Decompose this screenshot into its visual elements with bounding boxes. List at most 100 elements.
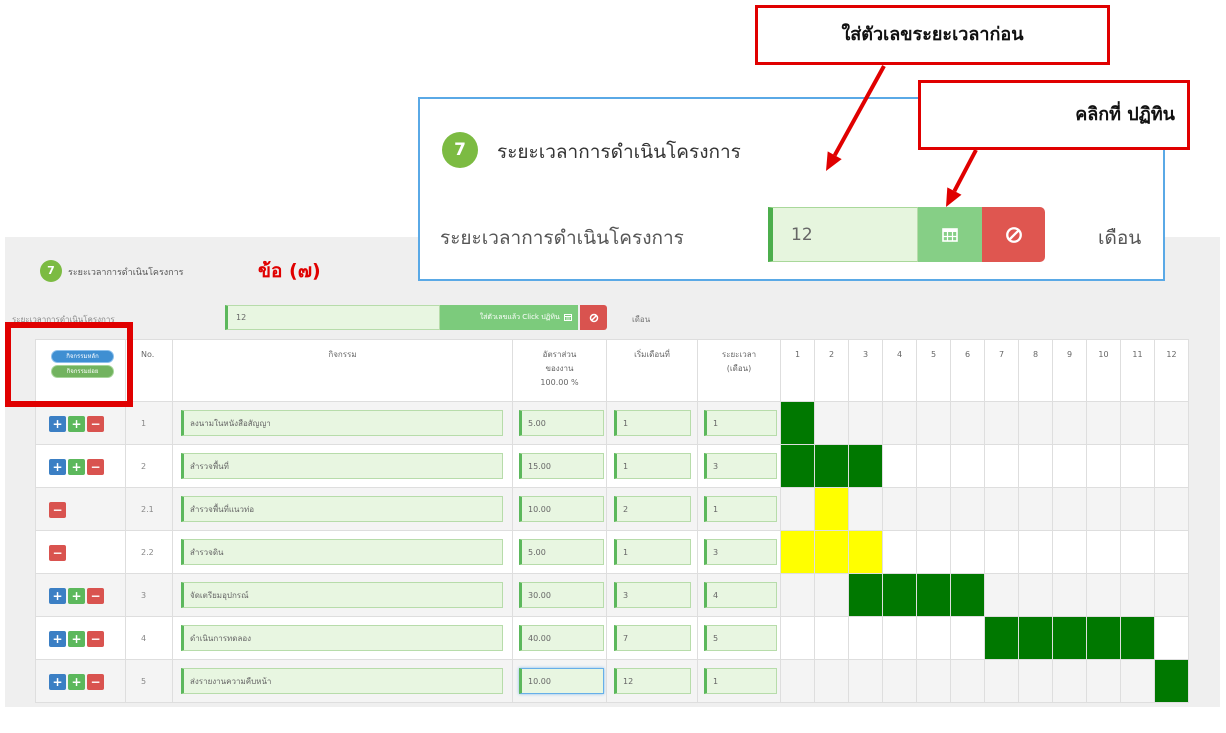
duration-months-input[interactable] xyxy=(704,668,777,694)
weight-percent-input[interactable] xyxy=(519,453,604,479)
activity-name-input[interactable] xyxy=(181,582,503,608)
duration-header: ระยะเวลา (เดือน) xyxy=(697,339,781,402)
start-month-input[interactable] xyxy=(614,496,691,522)
activity-name-input[interactable] xyxy=(181,410,503,436)
add-main-activity-button[interactable]: + xyxy=(49,631,66,647)
activity-cell xyxy=(172,401,513,445)
duration-months-input[interactable] xyxy=(704,625,777,651)
activity-name-input[interactable] xyxy=(181,668,503,694)
zoom-section-title: ระยะเวลาการดำเนินโครงการ xyxy=(497,141,741,163)
duration-months-input[interactable] xyxy=(704,410,777,436)
weight-cell xyxy=(512,616,607,660)
gantt-bar-cell xyxy=(780,401,815,445)
start-month-input[interactable] xyxy=(614,453,691,479)
zoom-duration-input[interactable] xyxy=(768,207,918,262)
month-header-6: 6 xyxy=(950,339,985,402)
step-number-badge: 7 xyxy=(40,260,62,282)
delete-activity-button[interactable]: − xyxy=(87,631,104,647)
gantt-cell xyxy=(916,530,951,574)
gantt-bar-cell xyxy=(814,444,849,488)
gantt-cell xyxy=(1154,444,1189,488)
start-month-input[interactable] xyxy=(614,668,691,694)
delete-activity-button[interactable]: − xyxy=(87,416,104,432)
duration-cell xyxy=(697,487,781,531)
gantt-cell xyxy=(882,530,917,574)
add-main-activity-button[interactable]: + xyxy=(49,588,66,604)
zoom-calendar-button[interactable] xyxy=(918,207,982,262)
gantt-cell xyxy=(1018,401,1053,445)
gantt-cell xyxy=(780,659,815,703)
gantt-cell xyxy=(780,573,815,617)
duration-cell xyxy=(697,573,781,617)
calendar-button[interactable]: ใส่ตัวเลขแล้ว Click ปฏิทิน xyxy=(440,305,578,330)
delete-activity-button[interactable]: − xyxy=(87,674,104,690)
weight-percent-input[interactable] xyxy=(519,410,604,436)
duration-months-input[interactable] xyxy=(704,453,777,479)
gantt-cell xyxy=(848,616,883,660)
weight-percent-input[interactable] xyxy=(519,625,604,651)
duration-input[interactable] xyxy=(225,305,440,330)
gantt-cell xyxy=(984,401,1019,445)
gantt-cell xyxy=(814,659,849,703)
start-month-input[interactable] xyxy=(614,410,691,436)
add-main-activity-button[interactable]: + xyxy=(49,459,66,475)
delete-activity-button[interactable]: − xyxy=(49,545,66,561)
add-sub-activity-button[interactable]: + xyxy=(68,459,85,475)
add-sub-activity-button[interactable]: + xyxy=(68,416,85,432)
gantt-cell xyxy=(1052,444,1087,488)
zoom-step-number-badge: 7 xyxy=(442,132,478,168)
duration-cell xyxy=(697,530,781,574)
zoom-cancel-button[interactable] xyxy=(982,207,1045,262)
month-header-2: 2 xyxy=(814,339,849,402)
weight-percent-input[interactable] xyxy=(519,496,604,522)
month-header-5: 5 xyxy=(916,339,951,402)
delete-activity-button[interactable]: − xyxy=(87,588,104,604)
zoom-duration-field-label: ระยะเวลาการดำเนินโครงการ xyxy=(440,227,684,249)
add-sub-activity-button[interactable]: + xyxy=(68,588,85,604)
start-month-input[interactable] xyxy=(614,539,691,565)
gantt-cell xyxy=(814,573,849,617)
gantt-cell xyxy=(1018,573,1053,617)
activity-name-input[interactable] xyxy=(181,496,503,522)
activity-name-input[interactable] xyxy=(181,539,503,565)
weight-cell xyxy=(512,659,607,703)
ban-icon xyxy=(589,313,598,322)
weight-percent-input[interactable] xyxy=(519,582,604,608)
gantt-cell xyxy=(1154,487,1189,531)
cancel-button[interactable] xyxy=(580,305,607,330)
gantt-bar-cell xyxy=(848,444,883,488)
activity-cell xyxy=(172,444,513,488)
start-cell xyxy=(606,444,698,488)
gantt-cell xyxy=(1018,659,1053,703)
row-number: 2.2 xyxy=(125,530,173,574)
add-sub-activity-button[interactable]: + xyxy=(68,631,85,647)
start-month-input[interactable] xyxy=(614,582,691,608)
duration-header-line: ระยะเวลา xyxy=(721,350,757,359)
delete-activity-button[interactable]: − xyxy=(87,459,104,475)
duration-months-input[interactable] xyxy=(704,582,777,608)
start-month-input[interactable] xyxy=(614,625,691,651)
gantt-cell xyxy=(950,487,985,531)
duration-months-input[interactable] xyxy=(704,496,777,522)
gantt-cell xyxy=(1154,401,1189,445)
add-main-activity-button[interactable]: + xyxy=(49,674,66,690)
activity-name-input[interactable] xyxy=(181,453,503,479)
gantt-cell xyxy=(1154,616,1189,660)
weight-percent-input[interactable] xyxy=(519,539,604,565)
duration-cell xyxy=(697,444,781,488)
gantt-cell xyxy=(916,401,951,445)
add-sub-activity-button[interactable]: + xyxy=(68,674,85,690)
weight-cell xyxy=(512,530,607,574)
ban-icon xyxy=(1005,226,1022,243)
add-main-activity-button[interactable]: + xyxy=(49,416,66,432)
gantt-cell xyxy=(916,487,951,531)
sub-activity-row: − 2.1 xyxy=(35,487,1189,531)
duration-months-input[interactable] xyxy=(704,539,777,565)
delete-activity-button[interactable]: − xyxy=(49,502,66,518)
weight-cell xyxy=(512,487,607,531)
gantt-cell xyxy=(814,616,849,660)
weight-percent-input[interactable] xyxy=(519,668,604,694)
start-cell xyxy=(606,659,698,703)
activity-name-input[interactable] xyxy=(181,625,503,651)
gantt-cell xyxy=(950,444,985,488)
